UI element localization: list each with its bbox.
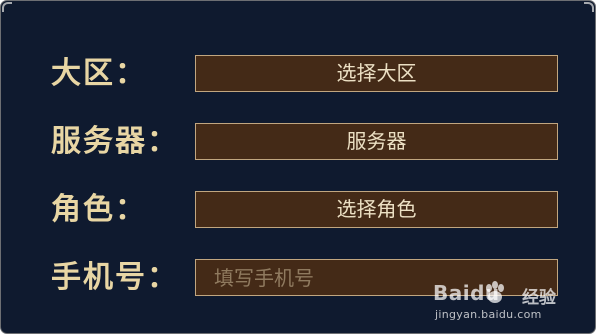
role-select[interactable]: 选择角色 [195,191,558,228]
baidu-jingyan-watermark: Baidu 经验 jingyan.baidu.com [433,279,583,327]
server-select[interactable]: 服务器 [195,123,558,160]
paw-icon [486,281,504,303]
phone-label: 手机号： [51,260,179,295]
region-label: 大区： [51,56,147,91]
corner-ornament [584,2,594,12]
role-select-value: 选择角色 [336,197,417,221]
server-label: 服务器： [51,124,179,159]
corner-ornament [2,2,12,12]
server-select-value: 服务器 [346,129,407,153]
watermark-product: 经验 [522,288,556,308]
form-panel: 大区： 选择大区 服务器： 服务器 角色： 选择角色 手机号： Baidu 经验… [0,0,596,334]
role-label: 角色： [51,192,147,227]
watermark-url: jingyan.baidu.com [435,308,542,321]
region-select[interactable]: 选择大区 [195,55,558,92]
region-select-value: 选择大区 [336,61,417,85]
